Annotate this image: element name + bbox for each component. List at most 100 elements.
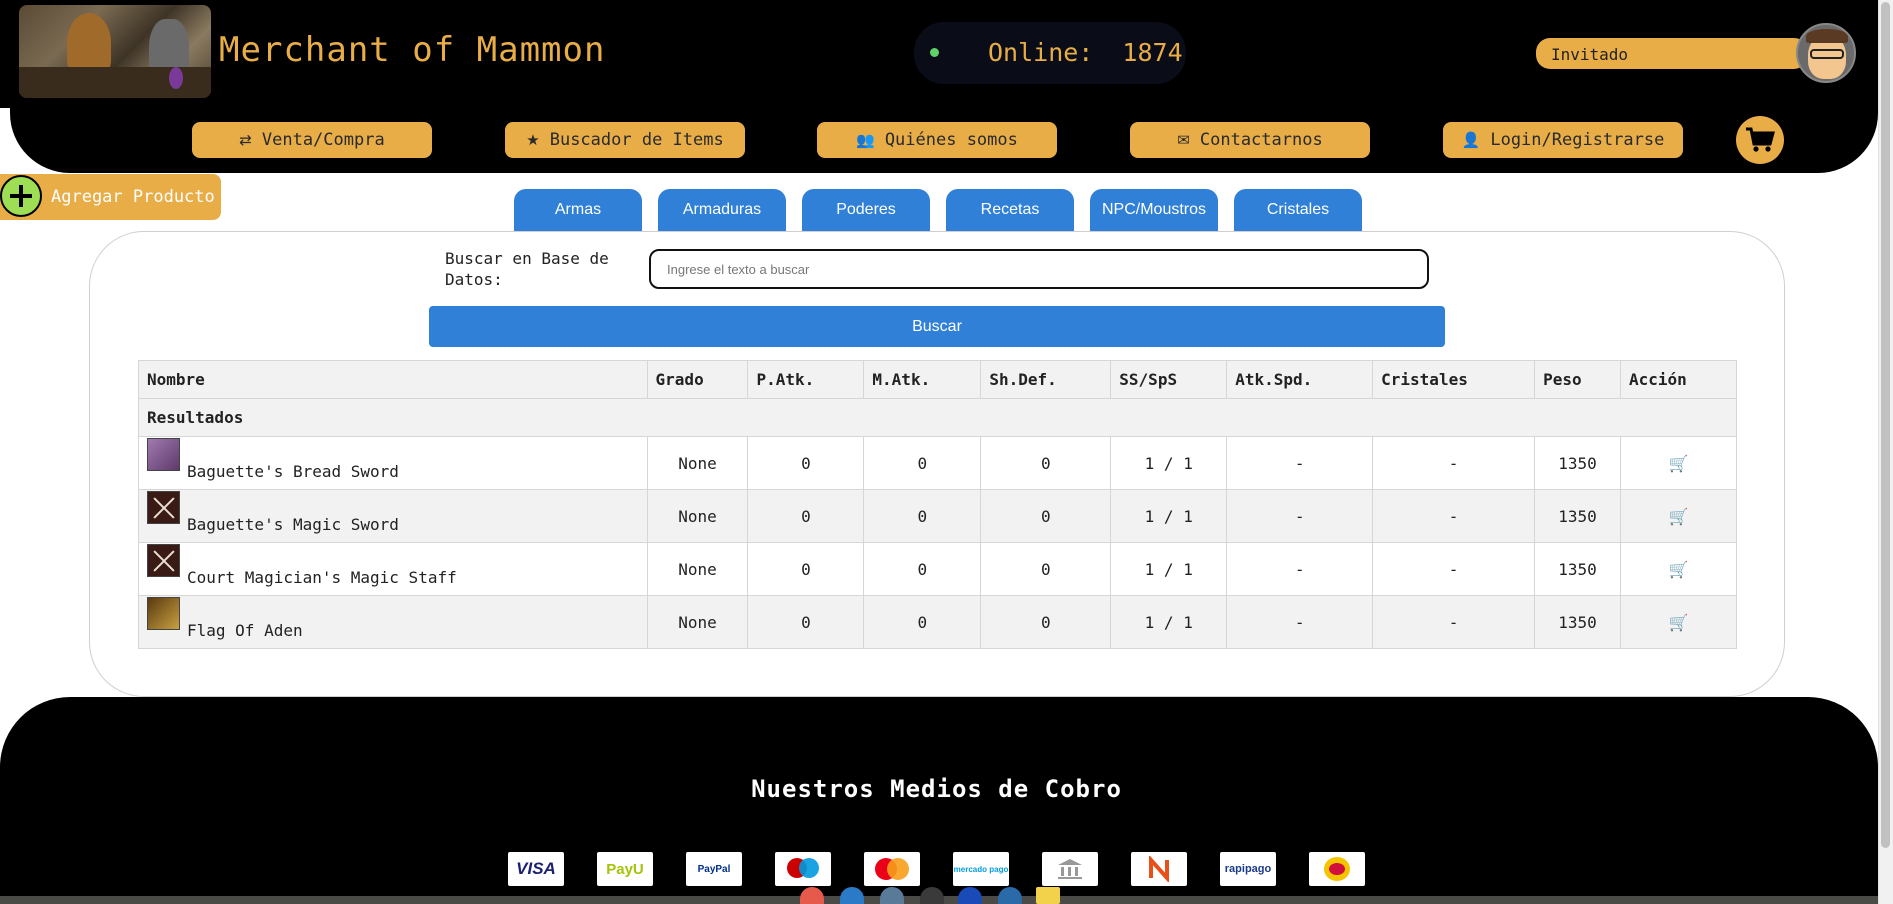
social-icon-4[interactable] bbox=[920, 887, 944, 904]
scrollbar-thumb[interactable] bbox=[1881, 2, 1890, 848]
logo-potion bbox=[169, 67, 183, 89]
site-title[interactable]: Merchant of Mammon bbox=[219, 30, 605, 70]
cart-icon bbox=[1746, 127, 1775, 152]
social-icon-1[interactable] bbox=[800, 887, 824, 904]
tab-armaduras[interactable]: Armaduras bbox=[658, 189, 786, 231]
shdef-cell: 0 bbox=[980, 489, 1112, 543]
nav-contactarnos-button[interactable]: ✉ Contactarnos bbox=[1130, 122, 1370, 158]
star-icon: ★ bbox=[526, 131, 540, 149]
naranja-logo bbox=[1131, 852, 1187, 886]
item-name-cell[interactable]: Flag Of Aden bbox=[138, 595, 648, 649]
patk-cell: 0 bbox=[747, 489, 865, 543]
rapipago-logo: rapipago bbox=[1220, 852, 1276, 886]
exchange-icon: ⇄ bbox=[239, 131, 252, 149]
plus-icon[interactable] bbox=[0, 175, 42, 217]
column-header-ss-sps[interactable]: SS/SpS bbox=[1110, 360, 1228, 399]
column-header-shdef[interactable]: Sh.Def. bbox=[980, 360, 1112, 399]
cristales-cell: - bbox=[1372, 436, 1536, 490]
online-count: 1874 bbox=[1122, 38, 1183, 67]
payu-logo-text: PayU bbox=[606, 860, 644, 878]
social-icon-3[interactable] bbox=[880, 887, 904, 904]
group-row: Resultados bbox=[138, 398, 1737, 437]
nav-label: Contactarnos bbox=[1199, 130, 1323, 150]
nav-label: Login/Registrarse bbox=[1490, 130, 1665, 150]
column-header-atkspd[interactable]: Atk.Spd. bbox=[1226, 360, 1374, 399]
column-header-grado[interactable]: Grado bbox=[646, 360, 749, 399]
add-to-cart-icon[interactable]: 🛒 bbox=[1669, 560, 1689, 579]
matk-cell: 0 bbox=[863, 542, 982, 596]
cristales-cell: - bbox=[1372, 489, 1536, 543]
peso-cell: 1350 bbox=[1534, 595, 1622, 649]
online-status-dot bbox=[930, 48, 939, 57]
pago-facil-icon bbox=[1324, 857, 1350, 881]
patk-cell: 0 bbox=[747, 542, 865, 596]
cart-button[interactable] bbox=[1736, 116, 1784, 164]
social-icon-2[interactable] bbox=[840, 887, 864, 904]
avatar[interactable] bbox=[1796, 23, 1856, 83]
item-name[interactable]: Baguette's Magic Sword bbox=[187, 515, 399, 534]
add-to-cart-icon[interactable]: 🛒 bbox=[1669, 454, 1689, 473]
tab-poderes[interactable]: Poderes bbox=[802, 189, 930, 231]
item-name[interactable]: Baguette's Bread Sword bbox=[187, 462, 399, 481]
logo-image[interactable] bbox=[19, 5, 211, 98]
user-name: Invitado bbox=[1551, 45, 1629, 64]
group-label: Resultados bbox=[138, 398, 1737, 437]
avatar-hair bbox=[1806, 29, 1848, 43]
nav-buscador-button[interactable]: ★ Buscador de Items bbox=[505, 122, 745, 158]
tab-recetas[interactable]: Recetas bbox=[946, 189, 1074, 231]
add-to-cart-cell: 🛒 bbox=[1620, 436, 1737, 490]
cristales-cell: - bbox=[1372, 542, 1536, 596]
visa-logo-text: VISA bbox=[516, 859, 556, 878]
add-product-label[interactable]: Agregar Producto bbox=[51, 187, 215, 207]
search-button[interactable]: Buscar bbox=[429, 306, 1445, 347]
nav-login-button[interactable]: 👤 Login/Registrarse bbox=[1443, 122, 1683, 158]
nav-quienes-somos-button[interactable]: 👥 Quiénes somos bbox=[817, 122, 1057, 158]
tab-armas[interactable]: Armas bbox=[514, 189, 642, 231]
atkspd-cell: - bbox=[1226, 436, 1374, 490]
users-icon: 👥 bbox=[856, 131, 875, 149]
grade-cell: None bbox=[646, 489, 749, 543]
nav-venta-compra-button[interactable]: ⇄ Venta/Compra bbox=[192, 122, 432, 158]
atkspd-cell: - bbox=[1226, 489, 1374, 543]
table-row: Court Magician's Magic Staff None 0 0 0 … bbox=[138, 542, 1737, 596]
column-header-nombre[interactable]: Nombre bbox=[138, 360, 648, 399]
grade-cell: None bbox=[646, 542, 749, 596]
nav-label: Buscador de Items bbox=[549, 130, 724, 150]
table-row: Baguette's Bread Sword None 0 0 0 1 / 1 … bbox=[138, 436, 1737, 490]
maestro-circles-icon bbox=[787, 858, 819, 878]
add-to-cart-cell: 🛒 bbox=[1620, 595, 1737, 649]
item-name-cell[interactable]: Baguette's Bread Sword bbox=[138, 436, 648, 490]
atkspd-cell: - bbox=[1226, 542, 1374, 596]
add-to-cart-cell: 🛒 bbox=[1620, 542, 1737, 596]
item-name[interactable]: Flag Of Aden bbox=[187, 621, 303, 640]
add-to-cart-icon[interactable]: 🛒 bbox=[1669, 507, 1689, 526]
add-to-cart-cell: 🛒 bbox=[1620, 489, 1737, 543]
naranja-icon bbox=[1149, 856, 1169, 882]
pago-facil-logo bbox=[1309, 852, 1365, 886]
column-header-cristales[interactable]: Cristales bbox=[1372, 360, 1536, 399]
column-header-peso[interactable]: Peso bbox=[1534, 360, 1622, 399]
peso-cell: 1350 bbox=[1534, 542, 1622, 596]
search-input[interactable] bbox=[649, 249, 1429, 289]
item-name[interactable]: Court Magician's Magic Staff bbox=[187, 568, 457, 587]
tab-npc-moustros[interactable]: NPC/Moustros bbox=[1090, 189, 1218, 231]
maestro-logo bbox=[775, 852, 831, 886]
flag-icon bbox=[147, 596, 180, 630]
add-to-cart-icon[interactable]: 🛒 bbox=[1669, 613, 1689, 632]
peso-cell: 1350 bbox=[1534, 436, 1622, 490]
social-icon-7[interactable] bbox=[1036, 887, 1060, 904]
mastercard-logo bbox=[864, 852, 920, 886]
item-name-cell[interactable]: Court Magician's Magic Staff bbox=[138, 542, 648, 596]
nav-label: Quiénes somos bbox=[884, 130, 1018, 150]
atkspd-cell: - bbox=[1226, 595, 1374, 649]
column-header-matk[interactable]: M.Atk. bbox=[863, 360, 982, 399]
tab-cristales[interactable]: Cristales bbox=[1234, 189, 1362, 231]
social-icon-5[interactable] bbox=[958, 887, 982, 904]
crossed-swords-icon bbox=[147, 490, 180, 524]
patk-cell: 0 bbox=[747, 595, 865, 649]
column-header-patk[interactable]: P.Atk. bbox=[747, 360, 865, 399]
item-name-cell[interactable]: Baguette's Magic Sword bbox=[138, 489, 648, 543]
payment-methods-title: Nuestros Medios de Cobro bbox=[751, 775, 1122, 803]
online-counter: Online: 1874 bbox=[988, 38, 1183, 67]
social-icon-6[interactable] bbox=[998, 887, 1022, 904]
